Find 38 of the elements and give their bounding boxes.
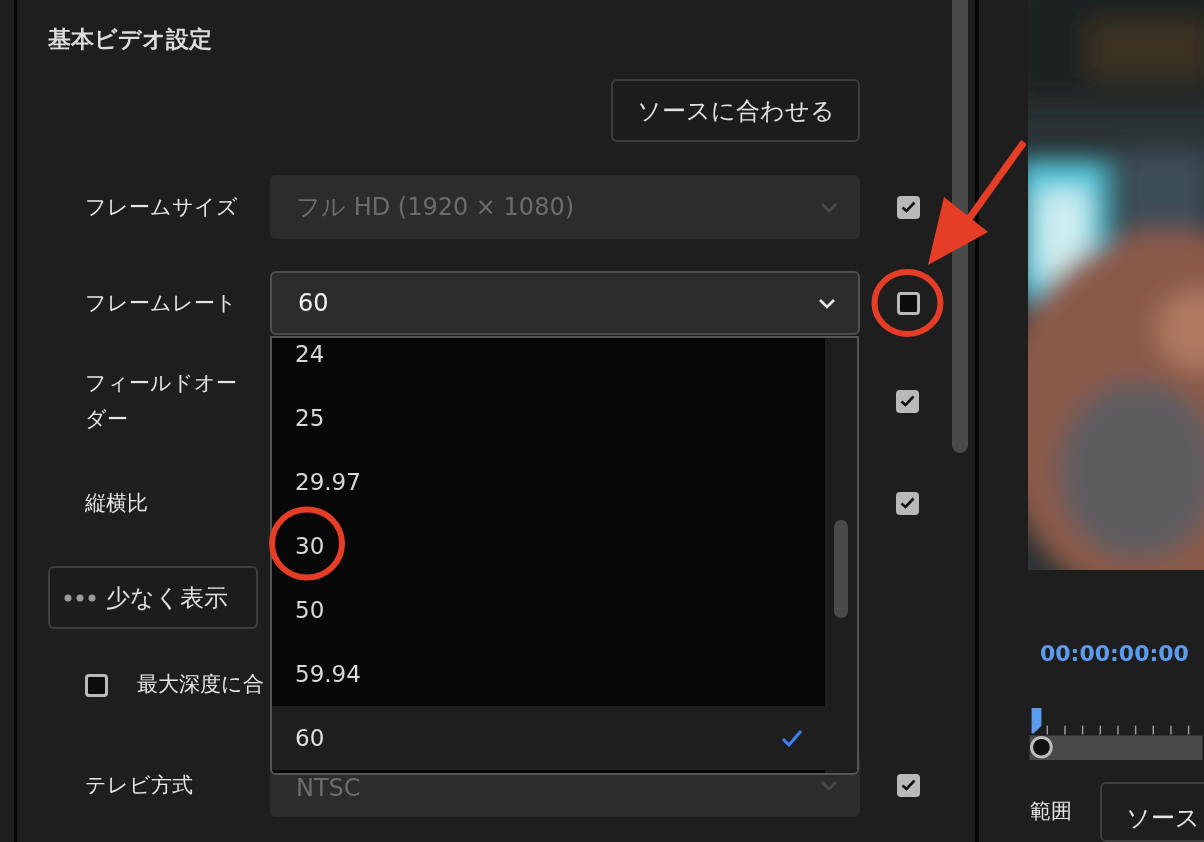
select-value: NTSC — [296, 773, 361, 804]
more-icon — [64, 593, 96, 602]
select-value: 60 — [298, 288, 329, 319]
match-source-button[interactable]: ソースに合わせる — [611, 79, 860, 142]
dropdown-option[interactable]: 50 — [272, 578, 826, 642]
setting-label: テレビ方式 — [85, 772, 194, 799]
scrollbar-thumb[interactable] — [834, 520, 849, 618]
setting-label: フレームレート — [85, 290, 238, 317]
dropdown-select[interactable]: 60 — [270, 271, 860, 335]
show-less-button[interactable]: 少なく表示 — [48, 566, 258, 629]
dropdown-option[interactable]: 25 — [272, 386, 826, 450]
setting-label: フレームサイズ — [85, 194, 239, 221]
checkbox[interactable] — [896, 491, 919, 515]
timecode: 00:00:00:00 — [1040, 640, 1189, 669]
dropdown-option[interactable]: 29.97 — [272, 450, 826, 514]
range-label: 範囲 — [1030, 798, 1072, 825]
checkbox[interactable] — [897, 291, 920, 315]
checkmark-icon — [781, 729, 804, 747]
chevron-down-icon — [820, 779, 838, 791]
checkmark-icon — [900, 497, 915, 509]
dropdown-option[interactable]: 60 — [272, 706, 826, 770]
chevron-down-icon — [820, 201, 838, 213]
checkbox[interactable] — [896, 389, 919, 413]
checkmark-icon — [900, 395, 915, 407]
setting-label: 縦横比 — [85, 490, 149, 517]
checkmark-icon — [901, 779, 916, 791]
dropdown-option[interactable]: 24 — [272, 338, 826, 386]
checkbox-label: 最大深度に合 — [137, 671, 264, 699]
scrollbar-thumb[interactable] — [952, 0, 968, 453]
chevron-down-icon — [818, 297, 836, 309]
checkmark-icon — [901, 201, 916, 213]
section-heading: 基本ビデオ設定 — [48, 25, 212, 54]
dropdown-option[interactable]: 59.94 — [272, 642, 826, 706]
setting-label: フィールドオーダー — [85, 370, 238, 433]
dropdown-option[interactable]: 30 — [272, 514, 826, 578]
checkbox[interactable] — [85, 673, 108, 697]
range-select[interactable]: ソース — [1100, 782, 1204, 842]
select-value: フル HD (1920 × 1080) — [296, 192, 575, 223]
